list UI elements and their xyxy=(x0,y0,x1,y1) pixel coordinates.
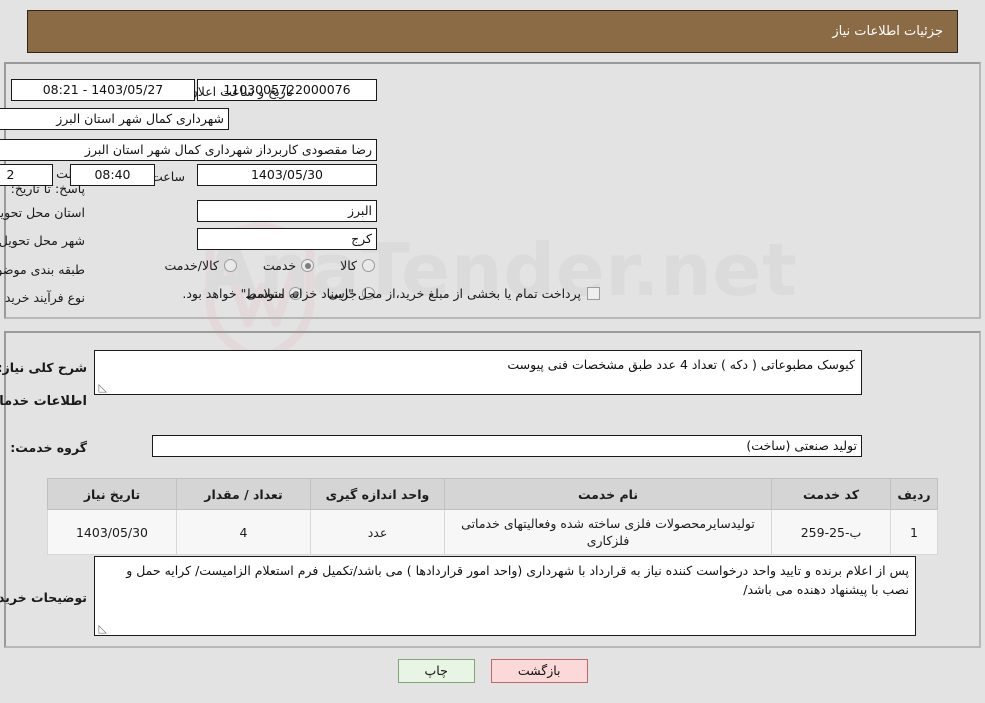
treasury-note-text: پرداخت تمام یا بخشی از مبلغ خرید،از محل … xyxy=(182,286,581,301)
table-cell-unit: عدد xyxy=(310,509,445,555)
treasury-note-row: پرداخت تمام یا بخشی از مبلغ خرید،از محل … xyxy=(182,286,600,301)
radio-icon[interactable] xyxy=(362,259,375,272)
remaining-days-value: 2 xyxy=(0,164,53,186)
treasury-checkbox[interactable] xyxy=(587,287,600,300)
buyer-notes-textarea[interactable]: پس از اعلام برنده و تایید واحد درخواست ک… xyxy=(94,556,916,636)
table-cell-name: تولیدسایرمحصولات فلزی ساخته شده وفعالیته… xyxy=(444,509,772,555)
table-body: 1 ب-25-259 تولیدسایرمحصولات فلزی ساخته شده… xyxy=(47,509,938,555)
category-option-label: خدمت xyxy=(262,258,297,273)
table-row: 1 ب-25-259 تولیدسایرمحصولات فلزی ساخته شده… xyxy=(47,509,938,555)
category-option-1[interactable]: خدمت xyxy=(262,258,315,273)
service-group-label: گروه خدمت: xyxy=(10,440,87,455)
resize-grip-icon: ◺ xyxy=(98,622,107,635)
table-header-row: ردیف کد خدمت نام خدمت واحد اندازه گیری تعداد… xyxy=(47,478,938,510)
table-column-header: ردیف xyxy=(890,478,938,510)
table-column-header: تعداد / مقدار xyxy=(176,478,311,510)
public-announce-value: 1403/05/27 - 08:21 xyxy=(11,79,195,101)
page-title: جزئیات اطلاعات نیاز xyxy=(832,24,943,39)
city-value: کرج xyxy=(197,228,377,250)
buyer-notes-value: پس از اعلام برنده و تایید واحد درخواست ک… xyxy=(126,563,909,597)
general-desc-label: شرح کلی نیاز: xyxy=(0,360,87,375)
resize-grip-icon: ◺ xyxy=(98,381,107,394)
table-column-header: نام خدمت xyxy=(444,478,772,510)
hour-label: ساعت xyxy=(150,169,185,184)
province-value: البرز xyxy=(197,200,377,222)
page-root: AnaTender.net جزئیات اطلاعات نیاز شماره … xyxy=(0,0,985,703)
requester-value: رضا مقصودی کاربرداز شهرداری کمال شهر است… xyxy=(0,139,377,161)
category-option-label: کالا xyxy=(340,258,357,273)
buyer-notes-label: توضیحات خریدار: xyxy=(0,590,87,605)
table-column-header: واحد اندازه گیری xyxy=(310,478,445,510)
table-cell-date: 1403/05/30 xyxy=(47,509,177,555)
category-option-0[interactable]: کالا xyxy=(340,258,375,273)
process-label: نوع فرآیند خرید : xyxy=(0,290,85,305)
service-group-value: تولید صنعتی (ساخت) xyxy=(152,435,862,457)
print-button[interactable]: چاپ xyxy=(397,659,475,683)
category-option-2[interactable]: کالا/خدمت xyxy=(164,258,237,273)
radio-icon[interactable] xyxy=(301,259,315,272)
services-table: ردیف کد خدمت نام خدمت واحد اندازه گیری تعداد… xyxy=(47,478,938,555)
back-button[interactable]: بازگشت xyxy=(490,659,588,683)
table-cell-row: 1 xyxy=(890,509,938,555)
buyer-org-value: شهرداری کمال شهر استان البرز xyxy=(0,108,229,130)
category-label: طبقه بندی موضوعی: xyxy=(0,262,85,277)
radio-icon[interactable] xyxy=(223,259,237,272)
table-column-header: کد خدمت xyxy=(771,478,891,510)
page-title-bar: جزئیات اطلاعات نیاز xyxy=(27,10,958,53)
table-cell-qty: 4 xyxy=(176,509,311,555)
city-label: شهر محل تحویل: xyxy=(0,233,85,248)
province-label: استان محل تحویل: xyxy=(0,205,85,220)
category-option-label: کالا/خدمت xyxy=(164,258,219,273)
action-button-bar: بازگشت چاپ xyxy=(0,659,985,683)
deadline-time-value: 08:40 xyxy=(70,164,155,186)
service-section-title: اطلاعات خدمات مورد نیاز xyxy=(0,394,87,409)
general-desc-value: کیوسک مطبوعاتی ( دکه ) تعداد 4 عدد طبق م… xyxy=(507,357,855,372)
general-desc-textarea[interactable]: کیوسک مطبوعاتی ( دکه ) تعداد 4 عدد طبق م… xyxy=(94,350,862,395)
category-radio-group: کالا خدمت کالا/خدمت xyxy=(138,258,375,273)
table-column-header: تاریخ نیاز xyxy=(47,478,177,510)
deadline-date-value: 1403/05/30 xyxy=(197,164,377,186)
table-cell-code: ب-25-259 xyxy=(771,509,891,555)
